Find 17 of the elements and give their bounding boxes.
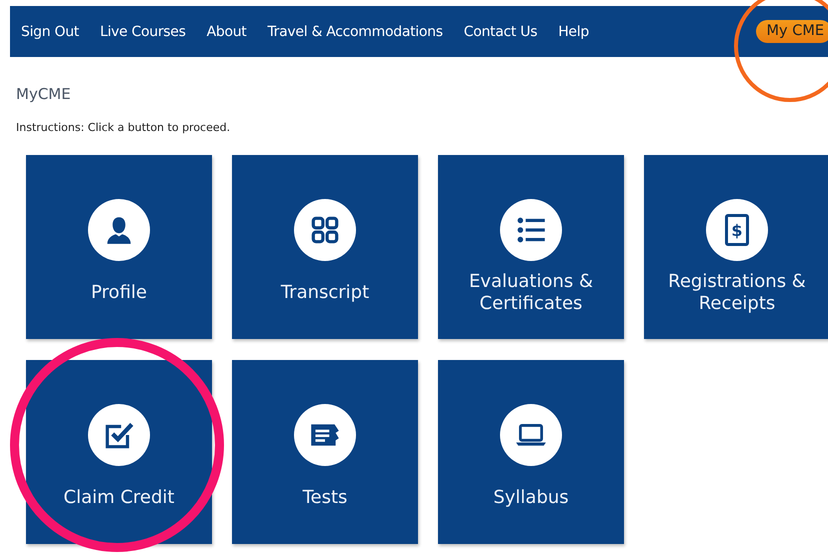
nav-link[interactable]: Sign Out [21, 24, 79, 40]
tile-button[interactable]: $ Registrations & Receipts [644, 155, 828, 339]
nav-link[interactable]: Travel & Accommodations [267, 24, 443, 40]
instructions-text: Instructions: Click a button to proceed. [16, 121, 232, 134]
tile-button[interactable]: Tests [232, 360, 418, 544]
nav-link[interactable]: About [206, 24, 246, 40]
tile-button[interactable]: Syllabus [438, 360, 624, 544]
nav-link[interactable]: Live Courses [100, 24, 186, 40]
tile-button[interactable]: Evaluations & Certificates [438, 155, 624, 339]
tile-button[interactable]: Claim Credit [26, 360, 212, 544]
nav-link[interactable]: Contact Us [464, 24, 538, 40]
tile-button[interactable]: Profile [26, 155, 212, 339]
page-title: MyCME [16, 85, 72, 103]
tile-button[interactable]: Transcript [232, 155, 418, 339]
my-cme-button[interactable]: My CME [756, 20, 828, 43]
nav-link[interactable]: Help [558, 24, 589, 40]
receipt-icon: $ [725, 214, 749, 246]
